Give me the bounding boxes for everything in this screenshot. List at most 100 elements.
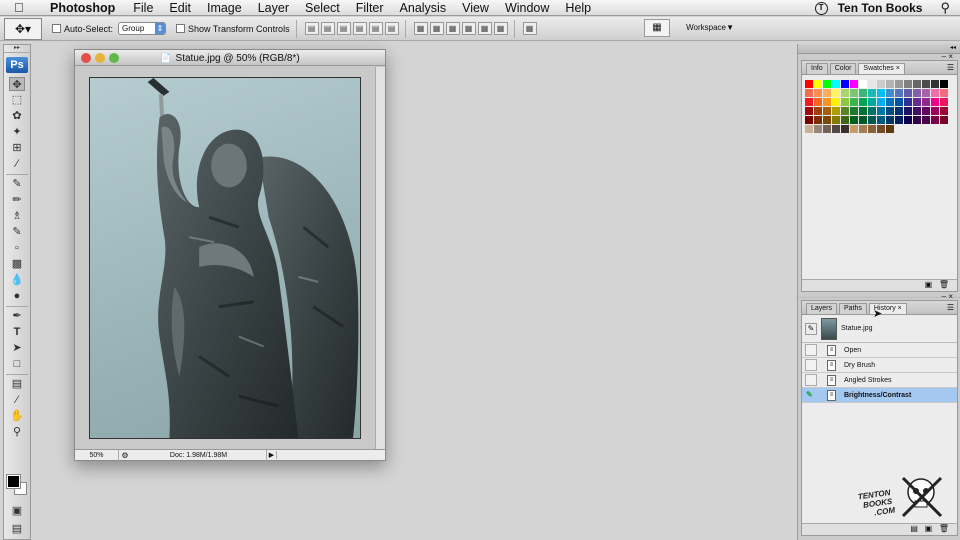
color-swatch[interactable] <box>823 80 831 88</box>
distribute-vcenter-button[interactable]: ▦ <box>429 22 444 35</box>
color-swatch[interactable] <box>805 89 813 97</box>
menu-analysis[interactable]: Analysis <box>392 1 455 15</box>
foreground-color-swatch[interactable] <box>6 474 21 489</box>
align-right-button[interactable]: ▤ <box>384 22 399 35</box>
color-swatch[interactable] <box>877 116 885 124</box>
color-swatch[interactable] <box>940 116 948 124</box>
panel-menu-icon[interactable]: ☰ <box>947 63 954 72</box>
magic-wand-tool-icon[interactable]: ✦ <box>9 125 25 139</box>
path-select-icon[interactable]: ➤ <box>9 341 25 355</box>
distribute-hcenter-button[interactable]: ▦ <box>477 22 492 35</box>
color-swatch[interactable] <box>823 116 831 124</box>
color-swatch[interactable] <box>832 125 840 133</box>
eyedropper-tool-icon[interactable]: ⁄ <box>9 393 25 407</box>
color-swatch[interactable] <box>805 125 813 133</box>
color-swatch[interactable] <box>805 107 813 115</box>
minimize-button[interactable] <box>95 53 105 63</box>
tab-layers[interactable]: Layers <box>806 303 838 314</box>
color-swatch[interactable] <box>814 125 822 133</box>
blur-tool-icon[interactable]: 💧 <box>9 273 25 287</box>
color-swatch[interactable] <box>886 89 894 97</box>
clone-stamp-icon[interactable]: ♗ <box>9 209 25 223</box>
color-swatch[interactable] <box>832 107 840 115</box>
color-swatch[interactable] <box>868 80 876 88</box>
color-swatch[interactable] <box>931 116 939 124</box>
panel-collapse-icon[interactable]: – × <box>942 292 953 301</box>
color-swatch[interactable] <box>823 107 831 115</box>
color-swatch[interactable] <box>805 98 813 106</box>
new-swatch-icon[interactable]: ▣ <box>925 280 933 289</box>
distribute-right-button[interactable]: ▦ <box>493 22 508 35</box>
panel-menu-icon[interactable]: ☰ <box>947 303 954 312</box>
color-swatch[interactable] <box>895 107 903 115</box>
color-swatch[interactable] <box>832 80 840 88</box>
history-state[interactable]: ≡ Open <box>802 343 957 358</box>
menu-select[interactable]: Select <box>297 1 348 15</box>
auto-align-button[interactable]: ▦ <box>522 22 537 35</box>
color-swatch[interactable] <box>805 80 813 88</box>
color-swatch[interactable] <box>886 98 894 106</box>
slice-tool-icon[interactable]: ∕ <box>9 157 25 171</box>
color-swatch[interactable] <box>895 80 903 88</box>
color-swatch[interactable] <box>850 107 858 115</box>
color-swatch[interactable] <box>922 107 930 115</box>
color-swatch[interactable] <box>868 107 876 115</box>
color-swatch[interactable] <box>814 107 822 115</box>
color-swatch[interactable] <box>841 89 849 97</box>
color-swatch[interactable] <box>823 98 831 106</box>
align-top-button[interactable]: ▤ <box>304 22 319 35</box>
color-swatch[interactable] <box>895 89 903 97</box>
color-swatch[interactable] <box>913 89 921 97</box>
shape-tool-icon[interactable]: □ <box>9 357 25 371</box>
color-swatch[interactable] <box>922 116 930 124</box>
color-swatch[interactable] <box>841 107 849 115</box>
color-swatch[interactable] <box>868 89 876 97</box>
menu-filter[interactable]: Filter <box>348 1 392 15</box>
color-swatch[interactable] <box>877 125 885 133</box>
color-swatch[interactable] <box>913 80 921 88</box>
history-state[interactable]: ≡ Angled Strokes <box>802 373 957 388</box>
color-swatch[interactable] <box>841 98 849 106</box>
crop-tool-icon[interactable]: ⊞ <box>9 141 25 155</box>
quick-mask-icon[interactable]: ▣ <box>9 504 25 518</box>
auto-select-dropdown[interactable]: Group <box>118 22 167 35</box>
history-state-checkbox[interactable] <box>805 374 817 386</box>
eraser-tool-icon[interactable]: ▫ <box>9 241 25 255</box>
close-icon[interactable]: × <box>896 65 900 72</box>
image-canvas[interactable] <box>89 77 361 439</box>
align-hcenter-button[interactable]: ▤ <box>368 22 383 35</box>
color-swatch[interactable] <box>940 107 948 115</box>
distribute-left-button[interactable]: ▦ <box>461 22 476 35</box>
color-swatch[interactable] <box>922 98 930 106</box>
ps-logo[interactable]: Ps <box>6 57 28 73</box>
color-swatch[interactable] <box>904 98 912 106</box>
color-swatch[interactable] <box>832 89 840 97</box>
gradient-tool-icon[interactable]: ▩ <box>9 257 25 271</box>
color-swatch[interactable] <box>841 116 849 124</box>
color-swatch[interactable] <box>859 107 867 115</box>
menu-layer[interactable]: Layer <box>250 1 297 15</box>
color-swatch[interactable] <box>859 125 867 133</box>
color-swatch[interactable] <box>940 89 948 97</box>
color-swatch[interactable] <box>904 80 912 88</box>
move-tool-icon[interactable]: ✥ <box>9 77 25 91</box>
healing-brush-icon[interactable]: ✎ <box>9 177 25 191</box>
type-tool-icon[interactable]: T <box>9 325 25 339</box>
color-swatch[interactable] <box>940 80 948 88</box>
color-swatch[interactable] <box>868 125 876 133</box>
tab-info[interactable]: Info <box>806 63 828 74</box>
color-swatch[interactable] <box>931 107 939 115</box>
trash-icon[interactable]: 🗑 <box>939 280 949 289</box>
color-swatch[interactable] <box>886 116 894 124</box>
dodge-tool-icon[interactable]: ● <box>9 289 25 303</box>
distribute-bottom-button[interactable]: ▦ <box>445 22 460 35</box>
color-swatch[interactable] <box>832 98 840 106</box>
close-icon[interactable]: × <box>898 305 902 312</box>
color-swatch[interactable] <box>931 80 939 88</box>
close-button[interactable] <box>81 53 91 63</box>
color-swatch[interactable] <box>904 89 912 97</box>
color-swatch[interactable] <box>850 89 858 97</box>
zoom-tool-icon[interactable]: ⚲ <box>9 425 25 439</box>
color-swatch[interactable] <box>868 116 876 124</box>
align-vcenter-button[interactable]: ▤ <box>320 22 335 35</box>
